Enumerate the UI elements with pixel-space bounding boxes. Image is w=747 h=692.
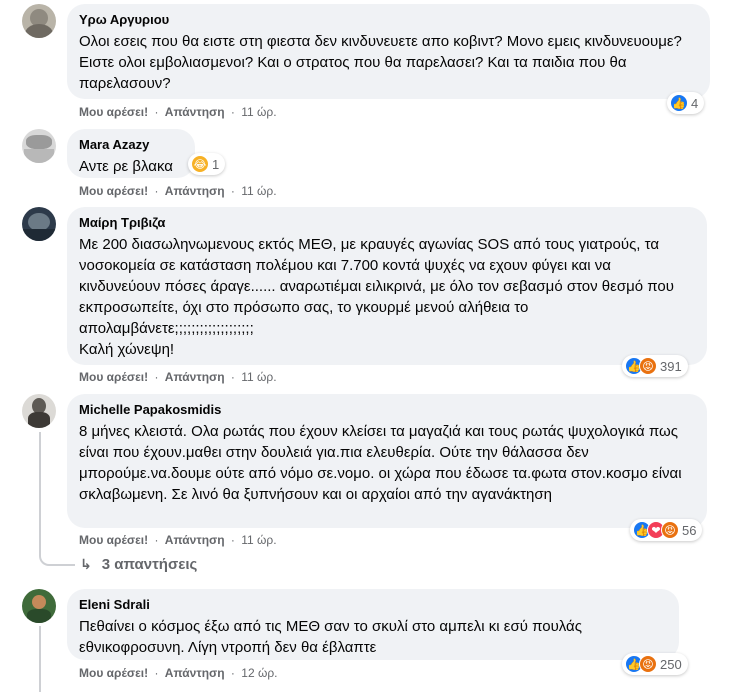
thread-line bbox=[39, 626, 41, 692]
comment-actions: Μου αρέσει! · Απάντηση · 11 ώρ. bbox=[79, 369, 277, 385]
reaction-count: 391 bbox=[660, 358, 682, 374]
thread-line bbox=[39, 432, 41, 552]
comment-actions: Μου αρέσει! · Απάντηση · 11 ώρ. bbox=[79, 532, 277, 548]
reply-button[interactable]: Απάντηση bbox=[165, 105, 225, 119]
comment-text: Αντε ρε βλακα bbox=[79, 158, 173, 175]
angry-icon: 😡 bbox=[639, 357, 657, 375]
reply-button[interactable]: Απάντηση bbox=[165, 184, 225, 198]
reactions-summary[interactable]: 😂 1 bbox=[188, 153, 226, 175]
timestamp[interactable]: 12 ώρ. bbox=[241, 666, 277, 680]
timestamp[interactable]: 11 ώρ. bbox=[241, 370, 276, 384]
reaction-count: 56 bbox=[682, 522, 697, 538]
comment-author[interactable]: Μαίρη Τριβιζα bbox=[79, 215, 695, 231]
comment-actions: Μου αρέσει! · Απάντηση · 11 ώρ. bbox=[79, 104, 277, 120]
timestamp[interactable]: 11 ώρ. bbox=[241, 105, 276, 119]
separator: · bbox=[230, 105, 235, 119]
separator: · bbox=[154, 184, 159, 198]
comment-text: 8 μήνες κλειστά. Ολα ρωτάς που έχουν κλε… bbox=[79, 423, 682, 503]
comment-bubble: Μαίρη Τριβιζα Με 200 διασωληνωμενους εκτ… bbox=[67, 207, 707, 365]
separator: · bbox=[230, 533, 235, 547]
reply-button[interactable]: Απάντηση bbox=[165, 666, 225, 680]
comment-bubble: Eleni Sdrali Πεθαίνει ο κόσμος έξω από τ… bbox=[67, 589, 679, 660]
comment-actions: Μου αρέσει! · Απάντηση · 11 ώρ. bbox=[79, 183, 277, 199]
reply-arrow-icon: ↳ bbox=[80, 556, 92, 572]
reaction-count: 250 bbox=[660, 656, 682, 672]
comment-author[interactable]: Mara Azazy bbox=[79, 137, 183, 153]
like-button[interactable]: Μου αρέσει! bbox=[79, 533, 148, 547]
comment-author[interactable]: Michelle Papakosmidis bbox=[79, 402, 695, 418]
avatar[interactable] bbox=[22, 394, 56, 428]
separator: · bbox=[154, 666, 159, 680]
like-button[interactable]: Μου αρέσει! bbox=[79, 184, 148, 198]
angry-icon: 😡 bbox=[639, 655, 657, 673]
avatar[interactable] bbox=[22, 4, 56, 38]
separator: · bbox=[154, 370, 159, 384]
comment-bubble: Mara Azazy Αντε ρε βλακα bbox=[67, 129, 195, 178]
replies-count-label: 3 απαντήσεις bbox=[101, 556, 198, 573]
like-icon: 👍 bbox=[670, 94, 688, 112]
comment-author[interactable]: Eleni Sdrali bbox=[79, 597, 667, 613]
thread-connector bbox=[39, 552, 75, 566]
reply-button[interactable]: Απάντηση bbox=[165, 533, 225, 547]
comment-text: Πεθαίνει ο κόσμος έξω από τις ΜΕΘ σαν το… bbox=[79, 618, 582, 656]
reaction-count: 4 bbox=[691, 95, 699, 111]
reaction-count: 1 bbox=[212, 156, 220, 172]
like-button[interactable]: Μου αρέσει! bbox=[79, 370, 148, 384]
separator: · bbox=[230, 370, 235, 384]
separator: · bbox=[230, 184, 235, 198]
timestamp[interactable]: 11 ώρ. bbox=[241, 184, 276, 198]
comment-text: Ολοι εσεις που θα ειστε στη φιεστα δεν κ… bbox=[79, 33, 682, 92]
reactions-summary[interactable]: 👍 4 bbox=[667, 92, 705, 114]
separator: · bbox=[154, 533, 159, 547]
like-button[interactable]: Μου αρέσει! bbox=[79, 105, 148, 119]
haha-icon: 😂 bbox=[191, 155, 209, 173]
separator: · bbox=[154, 105, 159, 119]
reactions-summary[interactable]: 👍 😡 391 bbox=[622, 355, 688, 377]
comment-actions: Μου αρέσει! · Απάντηση · 12 ώρ. bbox=[79, 665, 277, 681]
comment-bubble: Υρω Αργυριου Ολοι εσεις που θα ειστε στη… bbox=[67, 4, 710, 99]
comment-bubble: Michelle Papakosmidis 8 μήνες κλειστά. Ο… bbox=[67, 394, 707, 528]
view-replies-link[interactable]: ↳ 3 απαντήσεις bbox=[80, 556, 197, 573]
comment-text-line: Καλή χώνεψη! bbox=[79, 341, 175, 358]
like-button[interactable]: Μου αρέσει! bbox=[79, 666, 148, 680]
comment-author[interactable]: Υρω Αργυριου bbox=[79, 12, 698, 28]
reactions-summary[interactable]: 👍 😡 250 bbox=[622, 653, 688, 675]
avatar[interactable] bbox=[22, 589, 56, 623]
angry-icon: 😡 bbox=[661, 521, 679, 539]
comment-text: Με 200 διασωληνωμενους εκτός ΜΕΘ, με κρα… bbox=[79, 236, 674, 337]
avatar[interactable] bbox=[22, 207, 56, 241]
separator: · bbox=[230, 666, 235, 680]
reactions-summary[interactable]: 👍 ❤ 😡 56 bbox=[630, 519, 703, 541]
avatar[interactable] bbox=[22, 129, 56, 163]
timestamp[interactable]: 11 ώρ. bbox=[241, 533, 276, 547]
reply-button[interactable]: Απάντηση bbox=[165, 370, 225, 384]
